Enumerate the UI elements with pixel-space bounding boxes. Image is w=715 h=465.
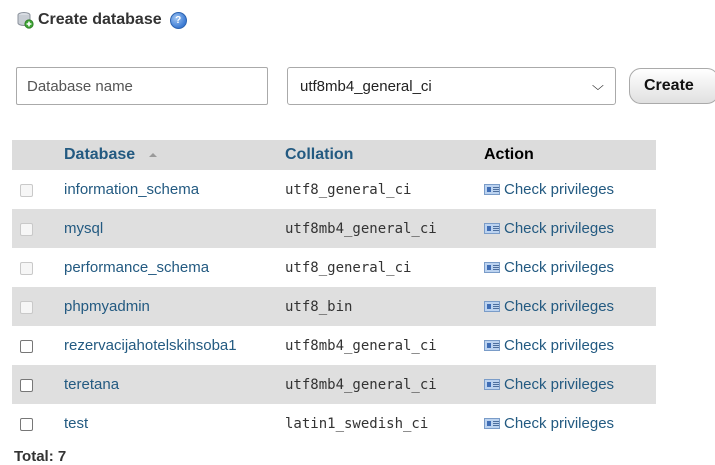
table-row: test latin1_swedish_ci Check privileges: [12, 404, 656, 443]
privileges-icon: [484, 183, 500, 195]
check-privileges-label: Check privileges: [504, 375, 615, 393]
action-cell: Check privileges: [480, 287, 656, 326]
action-cell: Check privileges: [480, 326, 656, 365]
database-name-cell: information_schema: [60, 170, 281, 209]
action-cell: Check privileges: [480, 248, 656, 287]
sort-by-collation-link[interactable]: Collation: [285, 146, 353, 163]
check-privileges-label: Check privileges: [504, 414, 615, 432]
check-privileges-label: Check privileges: [504, 180, 615, 198]
row-checkbox: [20, 261, 33, 275]
header-collation: Collation: [281, 140, 480, 170]
row-checkbox-cell: [12, 365, 60, 404]
header-checkbox-cell: [12, 140, 60, 170]
collation-cell: utf8_general_ci: [281, 248, 480, 287]
table-row: performance_schema utf8_general_ci Check p…: [12, 248, 656, 287]
collation-value: utf8mb4_general_ci: [285, 377, 437, 393]
collation-select-value: utf8mb4_general_ci: [300, 77, 432, 95]
collation-value: utf8_general_ci: [285, 260, 412, 276]
database-name-cell: performance_schema: [60, 248, 281, 287]
check-privileges-link[interactable]: Check privileges: [484, 259, 614, 276]
check-privileges-label: Check privileges: [504, 336, 615, 354]
row-checkbox-cell: [12, 209, 60, 248]
collation-cell: utf8mb4_general_ci: [281, 365, 480, 404]
databases-table: Database Collation Action information_sc…: [12, 140, 656, 443]
check-privileges-label: Check privileges: [504, 297, 615, 315]
database-name-cell: rezervacijahotelskihsoba1: [60, 326, 281, 365]
create-database-form: utf8mb4_general_ci ⌵ Create: [16, 67, 715, 105]
database-name-link[interactable]: rezervacijahotelskihsoba1: [64, 337, 237, 354]
collation-cell: utf8_bin: [281, 287, 480, 326]
database-name-link[interactable]: teretana: [64, 376, 119, 393]
check-privileges-link[interactable]: Check privileges: [484, 181, 614, 198]
database-name-cell: teretana: [60, 365, 281, 404]
database-name-link[interactable]: test: [64, 415, 88, 432]
check-privileges-link[interactable]: Check privileges: [484, 415, 614, 432]
table-row: mysql utf8mb4_general_ci Check privileges: [12, 209, 656, 248]
header-database: Database: [60, 140, 281, 170]
database-name-link[interactable]: mysql: [64, 220, 103, 237]
check-privileges-link[interactable]: Check privileges: [484, 298, 614, 315]
privileges-icon: [484, 261, 500, 273]
table-header-row: Database Collation Action: [12, 140, 656, 170]
row-checkbox[interactable]: [20, 339, 33, 353]
row-checkbox: [20, 183, 33, 197]
action-cell: Check privileges: [480, 365, 656, 404]
collation-value: utf8_bin: [285, 299, 353, 315]
privileges-icon: [484, 378, 500, 390]
action-cell: Check privileges: [480, 209, 656, 248]
table-row: phpmyadmin utf8_bin Check privileges: [12, 287, 656, 326]
database-name-cell: phpmyadmin: [60, 287, 281, 326]
header-database-label: Database: [64, 146, 136, 163]
collation-cell: utf8mb4_general_ci: [281, 209, 480, 248]
row-checkbox-cell: [12, 170, 60, 209]
collation-select[interactable]: utf8mb4_general_ci ⌵: [287, 67, 616, 105]
check-privileges-link[interactable]: Check privileges: [484, 376, 614, 393]
database-name-cell: test: [60, 404, 281, 443]
table-row: teretana utf8mb4_general_ci Check privileg…: [12, 365, 656, 404]
action-cell: Check privileges: [480, 404, 656, 443]
create-button[interactable]: Create: [629, 68, 715, 104]
row-checkbox: [20, 222, 33, 236]
check-privileges-label: Check privileges: [504, 258, 615, 276]
create-database-title: Create database: [38, 11, 162, 28]
header-action: Action: [480, 140, 656, 170]
collation-value: latin1_swedish_ci: [285, 416, 429, 432]
row-checkbox: [20, 300, 33, 314]
action-cell: Check privileges: [480, 170, 656, 209]
row-checkbox-cell: [12, 326, 60, 365]
database-name-link[interactable]: phpmyadmin: [64, 298, 150, 315]
privileges-icon: [484, 339, 500, 351]
privileges-icon: [484, 417, 500, 429]
sort-ascending-icon: [148, 152, 157, 157]
create-database-heading: Create database ?: [16, 11, 187, 29]
row-checkbox-cell: [12, 248, 60, 287]
database-name-link[interactable]: information_schema: [64, 181, 199, 198]
check-privileges-link[interactable]: Check privileges: [484, 337, 614, 354]
collation-value: utf8mb4_general_ci: [285, 338, 437, 354]
database-name-cell: mysql: [60, 209, 281, 248]
collation-cell: utf8_general_ci: [281, 170, 480, 209]
check-privileges-label: Check privileges: [504, 219, 615, 237]
database-name-link[interactable]: performance_schema: [64, 259, 209, 276]
collation-cell: utf8mb4_general_ci: [281, 326, 480, 365]
database-add-icon: [17, 12, 34, 29]
sort-by-database-link[interactable]: Database: [64, 146, 158, 163]
collation-value: utf8mb4_general_ci: [285, 221, 437, 237]
check-privileges-link[interactable]: Check privileges: [484, 220, 614, 237]
total-count: Total: 7: [14, 448, 67, 465]
row-checkbox-cell: [12, 287, 60, 326]
row-checkbox-cell: [12, 404, 60, 443]
table-row: information_schema utf8_general_ci Check p…: [12, 170, 656, 209]
chevron-down-icon: ⌵: [592, 78, 604, 93]
table-row: rezervacijahotelskihsoba1 utf8mb4_general…: [12, 326, 656, 365]
database-name-input[interactable]: [16, 67, 268, 105]
privileges-icon: [484, 300, 500, 312]
row-checkbox[interactable]: [20, 378, 33, 392]
privileges-icon: [484, 222, 500, 234]
collation-value: utf8_general_ci: [285, 182, 412, 198]
help-icon[interactable]: ?: [169, 11, 187, 29]
row-checkbox[interactable]: [20, 417, 33, 431]
collation-cell: latin1_swedish_ci: [281, 404, 480, 443]
